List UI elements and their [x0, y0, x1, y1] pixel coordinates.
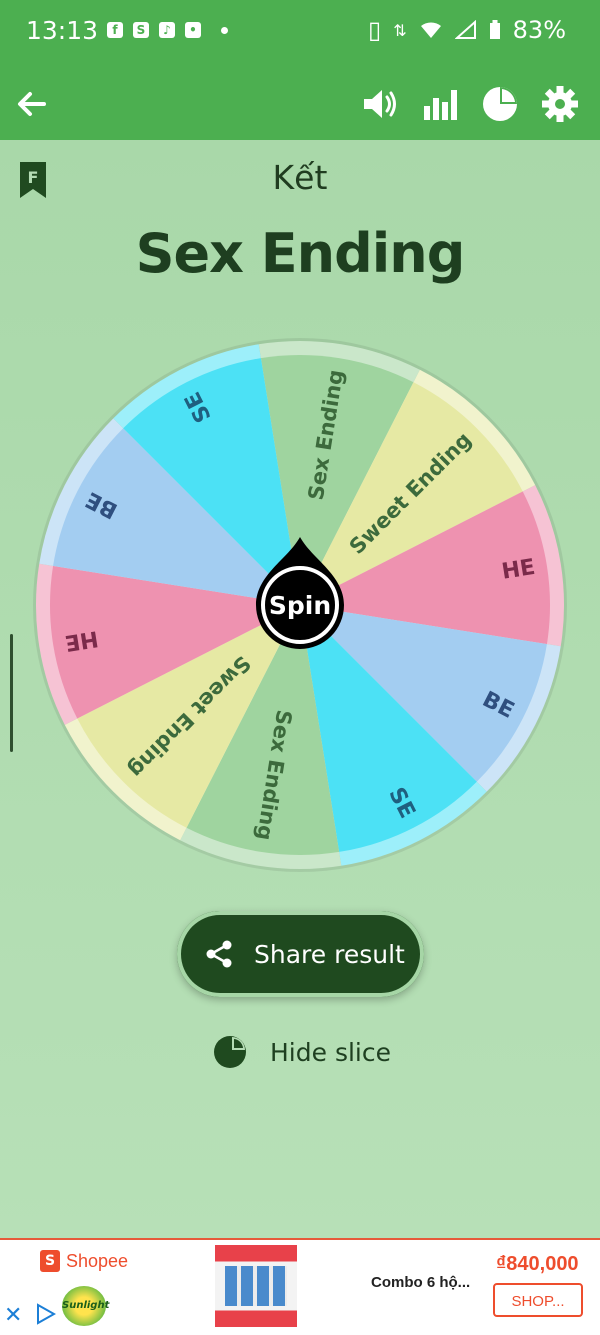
spin-wheel[interactable]: Sex Ending Sweet Ending HE BE SE Sex Ending Sw… [30, 335, 570, 875]
pie-chart-icon [214, 1036, 246, 1068]
app-icon: • [185, 22, 201, 38]
share-result-label: Share result [254, 939, 405, 969]
ad-price: ₫840,000 [496, 1253, 579, 1275]
ad-product-name[interactable]: Combo 6 hộ... [371, 1274, 470, 1291]
hide-slice-button[interactable]: Hide slice [212, 1034, 391, 1070]
battery-level: 83% [512, 16, 566, 44]
spin-button-label[interactable]: Spin [269, 591, 331, 620]
system-icons: ▯ ⇅ 83% [368, 16, 566, 44]
wheel-graphic[interactable]: Sex EndingSweet EndingHEBESESex EndingSw… [30, 335, 570, 875]
wifi-icon [420, 22, 441, 38]
status-bar: 13:13 f S ♪ • ▯ ⇅ 83% [0, 0, 600, 68]
hide-slice-label: Hide slice [270, 1037, 391, 1067]
notification-icons: f S ♪ • [107, 22, 228, 38]
ad-close-icon[interactable]: ✕ [4, 1303, 22, 1328]
facebook-icon: f [107, 22, 123, 38]
wheel-slice-label: HE [500, 555, 537, 585]
battery-icon [489, 20, 500, 39]
ad-shop-button[interactable]: SHOP... [493, 1283, 583, 1317]
ad-choices-icon[interactable] [34, 1303, 56, 1325]
side-drawer-handle[interactable] [10, 634, 13, 752]
gear-icon[interactable] [540, 84, 580, 124]
ad-brand[interactable]: S Shopee [40, 1246, 130, 1276]
app-bar [0, 68, 600, 140]
share-icon [206, 940, 232, 968]
ad-brand-name: Shopee [66, 1250, 129, 1271]
more-notifications-icon [221, 26, 228, 34]
pie-chart-icon[interactable] [480, 84, 520, 124]
shopee-icon: S [133, 22, 149, 38]
back-arrow-icon[interactable] [12, 84, 52, 124]
status-time: 13:13 [26, 16, 99, 45]
wheel-slice-label: HE [63, 625, 100, 655]
signal-icon [454, 20, 476, 39]
sunlight-logo: Sunlight [62, 1286, 109, 1326]
page-subtitle: Kết [272, 158, 328, 197]
data-icon: ⇅ [393, 20, 407, 40]
volume-icon[interactable] [360, 84, 400, 124]
vibrate-icon: ▯ [368, 16, 382, 44]
bar-chart-icon[interactable] [420, 84, 460, 124]
shopee-bag-icon: S [40, 1250, 60, 1272]
tiktok-icon: ♪ [159, 22, 175, 38]
result-title: Sex Ending [135, 222, 466, 285]
ad-product-image-detail [225, 1266, 287, 1306]
share-result-button[interactable]: Share result [177, 911, 424, 997]
